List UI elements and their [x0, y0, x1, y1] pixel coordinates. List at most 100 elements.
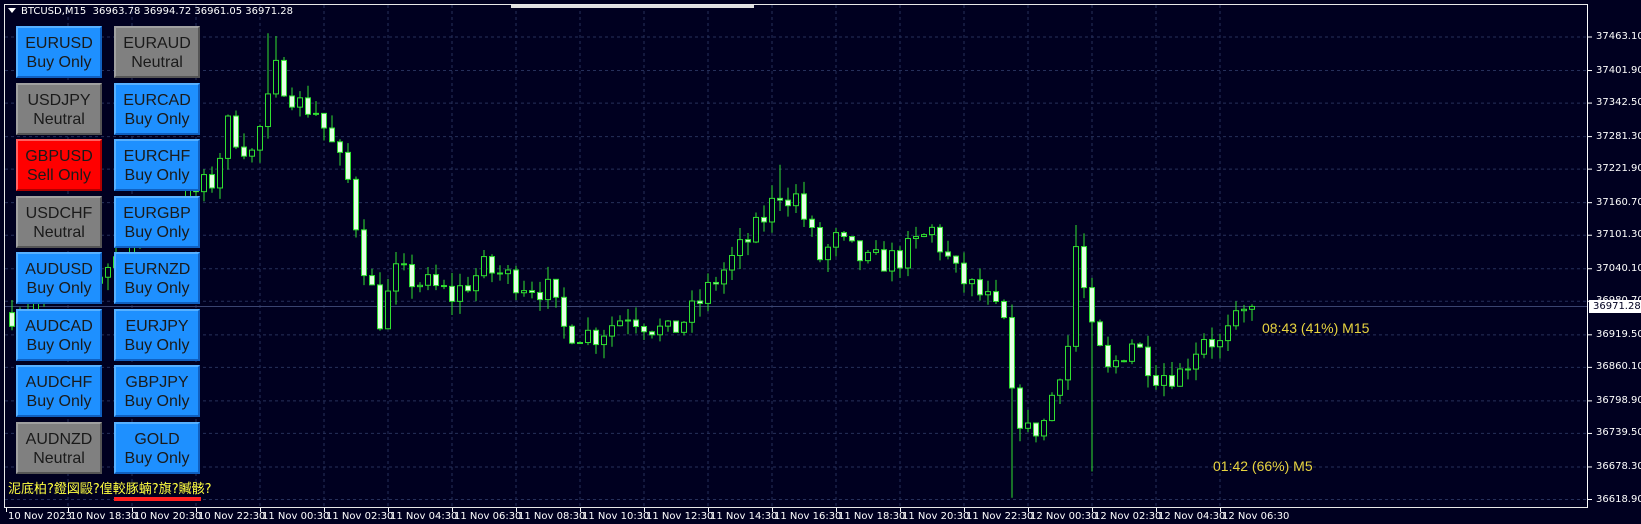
- pair-button-gold[interactable]: GOLD Buy Only: [114, 421, 200, 474]
- price-label: 36739.50: [1596, 427, 1641, 439]
- time-label: 11 Nov 12:30: [646, 511, 714, 522]
- price-label: 37221.90: [1596, 163, 1641, 175]
- time-tick: [900, 508, 901, 512]
- pair-status: Buy Only: [124, 167, 190, 184]
- price-label: 36860.10: [1596, 361, 1641, 373]
- chart-frame: [4, 4, 1588, 508]
- red-indicator-bar: [114, 497, 201, 501]
- pair-status: Buy Only: [124, 336, 190, 354]
- pair-button-audnzd[interactable]: AUDNZD Neutral: [16, 421, 102, 474]
- time-tick: [644, 508, 645, 512]
- m5-candle-timer: 01:42 (66%) M5: [1213, 458, 1313, 474]
- time-label: 10 Nov 2023: [8, 511, 73, 522]
- time-tick: [708, 508, 709, 512]
- time-label: 12 Nov 04:30: [1158, 511, 1226, 522]
- pair-button-eurnzd[interactable]: EURNZD Buy Only: [114, 252, 200, 304]
- time-label: 10 Nov 18:30: [70, 511, 138, 522]
- pair-name: EURJPY: [125, 317, 189, 335]
- pair-button-eurgbp[interactable]: EURGBP Buy Only: [114, 195, 200, 248]
- pair-name: EURGBP: [123, 204, 191, 222]
- pair-button-usdchf[interactable]: USDCHF Neutral: [16, 195, 102, 248]
- pair-button-audchf[interactable]: AUDCHF Buy Only: [16, 365, 102, 417]
- pair-status: Sell Only: [26, 167, 92, 184]
- price-label: 37101.30: [1596, 229, 1641, 241]
- time-tick: [516, 508, 517, 512]
- time-label: 10 Nov 20:30: [134, 511, 202, 522]
- pair-button-audusd[interactable]: AUDUSD Buy Only: [16, 252, 102, 304]
- time-label: 11 Nov 08:30: [518, 511, 586, 522]
- pair-status: Buy Only: [26, 393, 92, 410]
- time-label: 11 Nov 10:30: [582, 511, 650, 522]
- pair-status: Neutral: [33, 223, 85, 241]
- pair-name: AUDNZD: [25, 430, 93, 448]
- pair-status: Buy Only: [124, 449, 190, 467]
- pair-name: EURAUD: [123, 35, 191, 52]
- chart-header: BTCUSD,M15 36963.78 36994.72 36961.05 36…: [8, 6, 293, 17]
- pair-status: Buy Only: [124, 110, 190, 128]
- time-tick: [1092, 508, 1093, 512]
- pair-button-audcad[interactable]: AUDCAD Buy Only: [16, 308, 102, 361]
- pair-button-eurcad[interactable]: EURCAD Buy Only: [114, 82, 200, 135]
- price-label: 36919.50: [1596, 328, 1641, 340]
- time-tick: [836, 508, 837, 512]
- time-label: 11 Nov 02:30: [326, 511, 394, 522]
- pair-name: AUDUSD: [25, 261, 93, 278]
- time-tick: [580, 508, 581, 512]
- time-label: 11 Nov 00:30: [262, 511, 330, 522]
- m15-candle-timer: 08:43 (41%) M15: [1262, 320, 1370, 336]
- price-label: 37281.30: [1596, 130, 1641, 142]
- time-label: 11 Nov 14:30: [710, 511, 778, 522]
- ohlc-values: 36963.78 36994.72 36961.05 36971.28: [92, 6, 294, 17]
- time-tick: [964, 508, 965, 512]
- symbol-label: BTCUSD,M15: [21, 6, 87, 17]
- time-label: 12 Nov 06:30: [1222, 511, 1290, 522]
- price-label: 37463.10: [1596, 31, 1641, 42]
- pair-status: Buy Only: [124, 280, 190, 297]
- pair-status: Buy Only: [124, 393, 190, 410]
- pair-button-gbpusd[interactable]: GBPUSD Sell Only: [16, 139, 102, 191]
- time-tick: [324, 508, 325, 512]
- time-label: 11 Nov 16:30: [774, 511, 842, 522]
- pair-name: EURNZD: [123, 261, 191, 278]
- time-label: 11 Nov 22:30: [966, 511, 1034, 522]
- dropdown-triangle-icon[interactable]: [8, 8, 16, 13]
- pair-status: Neutral: [33, 449, 85, 467]
- time-tick: [196, 508, 197, 512]
- time-tick: [1156, 508, 1157, 512]
- pair-name: GBPJPY: [125, 374, 189, 391]
- pair-name: GOLD: [134, 430, 180, 448]
- pair-button-gbpjpy[interactable]: GBPJPY Buy Only: [114, 365, 200, 417]
- pair-status: Neutral: [131, 54, 183, 71]
- price-label: 37040.10: [1596, 262, 1641, 274]
- price-label: 37160.70: [1596, 196, 1641, 208]
- time-label: 10 Nov 22:30: [198, 511, 266, 522]
- pair-status: Buy Only: [26, 336, 92, 354]
- time-tick: [68, 508, 69, 512]
- garbled-status-text: 泥底柏?鐙図毆?偟較豚蝻?旗?贓骸?: [8, 482, 212, 497]
- time-tick: [772, 508, 773, 512]
- time-tick: [388, 508, 389, 512]
- pair-name: USDJPY: [27, 91, 91, 109]
- time-tick: [1028, 508, 1029, 512]
- time-label: 11 Nov 18:30: [838, 511, 906, 522]
- pair-name: EURCHF: [123, 148, 191, 165]
- pair-status: Buy Only: [26, 54, 92, 71]
- pair-name: GBPUSD: [25, 148, 93, 165]
- chart-scrollbar[interactable]: [511, 5, 754, 8]
- pair-button-eurjpy[interactable]: EURJPY Buy Only: [114, 308, 200, 361]
- pair-button-euraud[interactable]: EURAUD Neutral: [114, 26, 200, 78]
- pair-status: Neutral: [33, 110, 85, 128]
- pair-name: USDCHF: [25, 204, 93, 222]
- pair-button-eurusd[interactable]: EURUSD Buy Only: [16, 26, 102, 78]
- time-label: 12 Nov 00:30: [1030, 511, 1098, 522]
- pair-button-eurchf[interactable]: EURCHF Buy Only: [114, 139, 200, 191]
- price-label: 36618.90: [1596, 493, 1641, 505]
- time-tick: [1220, 508, 1221, 512]
- time-tick: [6, 508, 7, 512]
- price-label: 36678.30: [1596, 460, 1641, 472]
- pair-name: EURUSD: [25, 35, 93, 52]
- pair-button-usdjpy[interactable]: USDJPY Neutral: [16, 82, 102, 135]
- time-label: 11 Nov 04:30: [390, 511, 458, 522]
- time-label: 12 Nov 02:30: [1094, 511, 1162, 522]
- time-tick: [132, 508, 133, 512]
